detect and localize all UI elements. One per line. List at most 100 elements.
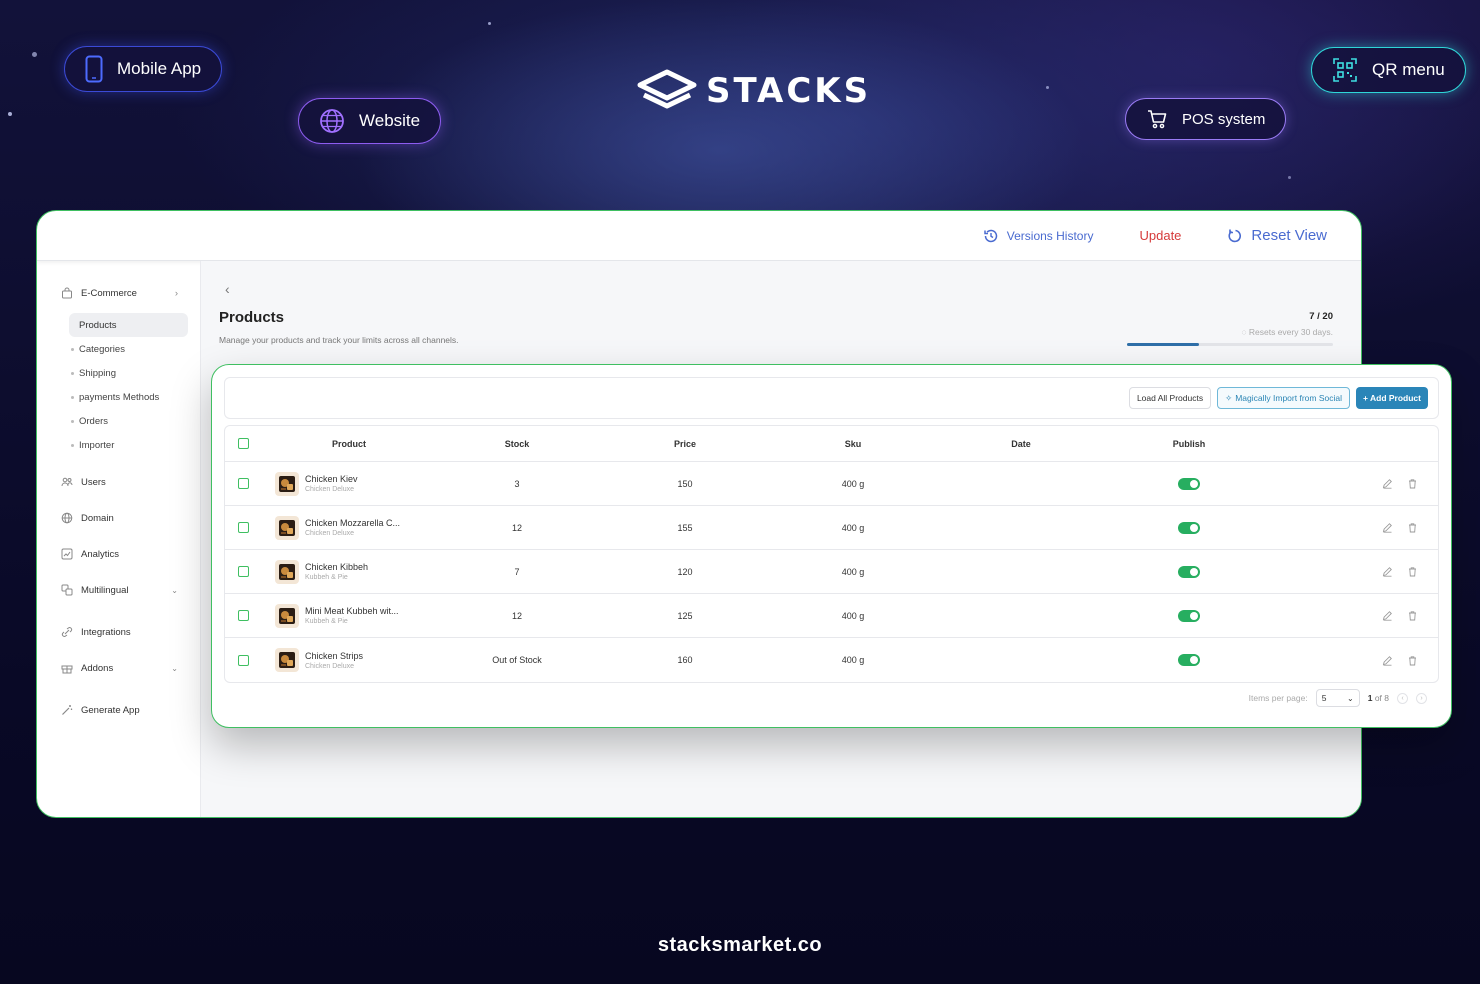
products-table: Product Stock Price Sku Date Publish Chi…	[224, 425, 1439, 683]
stock-cell: 12	[511, 522, 522, 533]
pos-system-label: POS system	[1182, 110, 1266, 128]
star-decoration	[8, 112, 12, 116]
load-all-products-button[interactable]: Load All Products	[1128, 387, 1212, 409]
globe-icon	[61, 512, 73, 524]
edit-icon[interactable]	[1382, 522, 1393, 533]
sidebar-item-payments-methods[interactable]: payments Methods	[69, 385, 188, 409]
publish-toggle[interactable]	[1178, 565, 1200, 578]
product-category: Chicken Deluxe	[305, 530, 355, 537]
add-product-button[interactable]: + Add Product	[1355, 387, 1428, 409]
integrations-icon	[61, 627, 73, 637]
sidebar-item-ecommerce[interactable]: E-Commerce ›	[37, 283, 200, 303]
sidebar-item-label: E-Commerce	[81, 287, 137, 299]
product-category: Kubbeh & Pie	[305, 618, 348, 625]
phone-icon	[85, 55, 103, 83]
reset-view-button[interactable]: Reset View	[1227, 227, 1327, 244]
qr-menu-pill[interactable]: QR menu	[1311, 47, 1466, 93]
sidebar-item-label: Multilingual	[81, 584, 129, 596]
sidebar-item-label: Importer	[79, 439, 115, 451]
row-checkbox[interactable]	[237, 478, 249, 489]
sidebar-item-analytics[interactable]: Analytics	[37, 543, 200, 565]
food-image-icon	[279, 607, 295, 624]
update-button[interactable]: Update	[1139, 228, 1181, 243]
publish-toggle[interactable]	[1178, 609, 1200, 622]
users-icon	[61, 477, 73, 487]
row-checkbox[interactable]	[237, 654, 249, 666]
page-indicator: 1 of 8	[1368, 693, 1389, 703]
column-header[interactable]: Publish	[1109, 439, 1269, 449]
table-row[interactable]: Chicken Kiev Chicken Deluxe 3 150 400 g	[225, 462, 1438, 506]
price-cell: 155	[677, 522, 693, 533]
limit-reset-text: Resets every 30 days.	[1248, 327, 1333, 337]
items-per-page-select[interactable]: 5 ⌄	[1315, 689, 1360, 707]
versions-history-button[interactable]: Versions History	[983, 228, 1093, 244]
sidebar-item-users[interactable]: Users	[37, 471, 200, 493]
stacks-logo-mark-icon	[637, 69, 697, 109]
bullet-icon	[71, 419, 74, 423]
column-header[interactable]: Price	[597, 439, 773, 449]
sidebar-item-addons[interactable]: Addons ⌄	[37, 657, 200, 679]
sidebar-item-products[interactable]: Products	[69, 313, 188, 337]
sidebar-item-orders[interactable]: Orders	[69, 409, 188, 433]
magic-import-button[interactable]: ✧ Magically Import from Social	[1217, 387, 1350, 409]
column-header[interactable]: Product	[261, 439, 437, 449]
sidebar-item-domain[interactable]: Domain	[37, 507, 200, 529]
page-title: Products	[219, 309, 285, 326]
sidebar-item-generate-app[interactable]: Generate App	[37, 699, 200, 721]
publish-toggle[interactable]	[1178, 654, 1200, 666]
next-page-button[interactable]: ›	[1416, 692, 1427, 704]
table-row[interactable]: Chicken Mozzarella C... Chicken Deluxe 12 1…	[225, 506, 1438, 550]
trash-icon[interactable]	[1407, 478, 1418, 489]
publish-toggle[interactable]	[1178, 521, 1200, 534]
sidebar-item-importer[interactable]: Importer	[69, 433, 188, 457]
table-row[interactable]: Chicken Strips Chicken Deluxe Out of Stock…	[225, 638, 1438, 682]
edit-icon[interactable]	[1382, 478, 1393, 489]
bullet-icon	[71, 443, 74, 447]
trash-icon[interactable]	[1407, 522, 1418, 533]
qr-code-icon	[1333, 58, 1357, 82]
trash-icon[interactable]	[1407, 610, 1418, 621]
star-decoration	[32, 52, 37, 57]
edit-icon[interactable]	[1382, 610, 1393, 621]
row-checkbox[interactable]	[237, 610, 249, 621]
sidebar-item-shipping[interactable]: Shipping	[69, 361, 188, 385]
column-header[interactable]: Stock	[437, 439, 597, 449]
bullet-icon	[71, 371, 74, 375]
price-cell: 125	[677, 610, 693, 621]
publish-toggle[interactable]	[1178, 477, 1200, 490]
ecommerce-submenu: Products Categories Shipping payments Me…	[37, 313, 200, 457]
sidebar-item-categories[interactable]: Categories	[69, 337, 188, 361]
sidebar-item-integrations[interactable]: Integrations	[37, 621, 200, 643]
prev-page-button[interactable]: ‹	[1397, 692, 1408, 704]
sidebar-item-label: payments Methods	[79, 391, 160, 403]
select-all-checkbox[interactable]	[237, 438, 249, 449]
brand-name: STACKS	[706, 71, 872, 111]
column-header[interactable]: Date	[933, 439, 1109, 449]
row-checkbox[interactable]	[237, 522, 249, 533]
trash-icon[interactable]	[1407, 566, 1418, 577]
limit-reset-note: ◌ Resets every 30 days.	[1127, 327, 1333, 337]
price-cell: 150	[677, 478, 693, 489]
column-header[interactable]: Sku	[773, 439, 933, 449]
cart-icon	[1148, 110, 1167, 129]
current-page: 1	[1367, 693, 1373, 703]
mobile-app-pill[interactable]: Mobile App	[64, 46, 223, 92]
footer-url[interactable]: stacksmarket.co	[0, 934, 1480, 957]
magic-import-label: Magically Import from Social	[1235, 393, 1342, 403]
sidebar-item-multilingual[interactable]: Multilingual ⌄	[37, 579, 200, 601]
analytics-icon	[61, 548, 73, 560]
row-checkbox[interactable]	[237, 566, 249, 577]
editor-topbar: Versions History Update Reset View	[37, 211, 1361, 261]
trash-icon[interactable]	[1407, 655, 1418, 666]
bullet-icon	[71, 347, 74, 351]
table-row[interactable]: Mini Meat Kubbeh wit... Kubbeh & Pie 12 125…	[225, 594, 1438, 638]
update-label: Update	[1139, 228, 1182, 243]
table-row[interactable]: Chicken Kibbeh Kubbeh & Pie 7 120 400 g	[225, 550, 1438, 594]
edit-icon[interactable]	[1382, 655, 1393, 666]
back-button[interactable]: ‹	[225, 281, 230, 297]
edit-icon[interactable]	[1382, 566, 1393, 577]
pos-system-pill[interactable]: POS system	[1125, 98, 1287, 140]
website-pill[interactable]: Website	[298, 98, 442, 144]
items-per-page-value: 5	[1321, 693, 1327, 703]
sparkle-icon: ✧	[1225, 392, 1233, 403]
